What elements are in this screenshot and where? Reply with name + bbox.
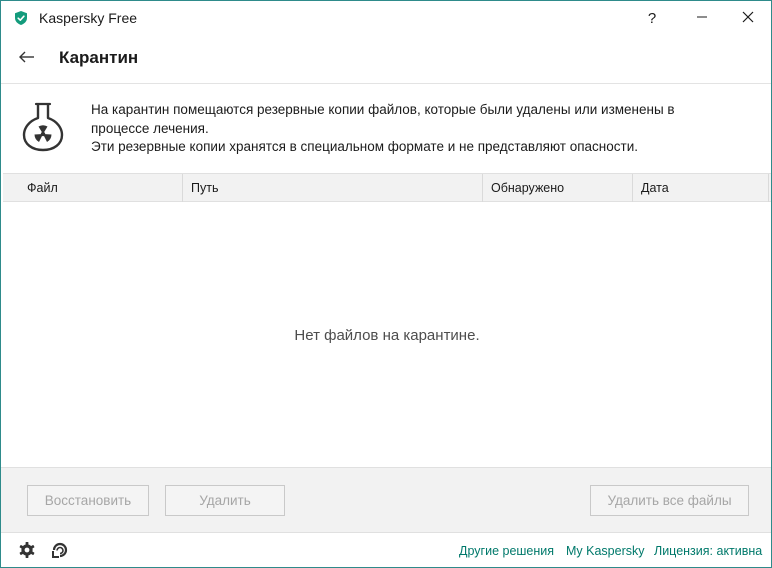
window-title: Kaspersky Free [39, 10, 138, 26]
empty-state-message: Нет файлов на карантине. [294, 327, 480, 344]
delete-button[interactable]: Удалить [165, 485, 285, 516]
title-bar: Kaspersky Free ? [1, 1, 771, 35]
help-icon: ? [647, 9, 657, 27]
table-header: Файл Путь Обнаружено Дата [3, 173, 771, 202]
app-window: Kaspersky Free ? Карантин На карантин по… [0, 0, 772, 568]
arrow-left-icon [18, 50, 36, 69]
close-icon [742, 10, 754, 27]
column-header-date[interactable]: Дата [633, 174, 769, 202]
restore-button[interactable]: Восстановить [27, 485, 149, 516]
quarantine-table-body: Нет файлов на карантине. [3, 202, 771, 466]
quarantine-info: На карантин помещаются резервные копии ф… [1, 84, 771, 172]
my-kaspersky-link[interactable]: My Kaspersky [566, 544, 645, 558]
other-solutions-link[interactable]: Другие решения [459, 544, 554, 558]
column-header-detected[interactable]: Обнаружено [483, 174, 633, 202]
action-bar: Восстановить Удалить Удалить все файлы [1, 467, 771, 533]
footer: Другие решения My Kaspersky Лицензия: ак… [1, 533, 771, 567]
back-button[interactable] [13, 47, 41, 71]
help-button[interactable]: ? [629, 1, 675, 35]
info-line: На карантин помещаются резервные копии ф… [91, 102, 675, 117]
support-icon[interactable] [51, 541, 69, 559]
minimize-button[interactable] [679, 1, 725, 35]
kaspersky-shield-icon [13, 10, 29, 26]
page-header: Карантин [1, 35, 771, 84]
license-link[interactable]: Лицензия: активна [654, 544, 762, 558]
column-header-path[interactable]: Путь [183, 174, 483, 202]
page-title: Карантин [59, 48, 139, 67]
column-header-file[interactable]: Файл [19, 174, 183, 202]
minimize-icon [696, 10, 708, 27]
info-text: На карантин помещаются резервные копии ф… [91, 101, 741, 157]
gear-icon[interactable] [18, 541, 36, 559]
info-line: процессе лечения. [91, 120, 209, 136]
info-line: Эти резервные копии хранятся в специальн… [91, 139, 638, 154]
delete-all-button[interactable]: Удалить все файлы [590, 485, 749, 516]
close-button[interactable] [725, 1, 771, 35]
flask-radiation-icon [21, 100, 65, 152]
